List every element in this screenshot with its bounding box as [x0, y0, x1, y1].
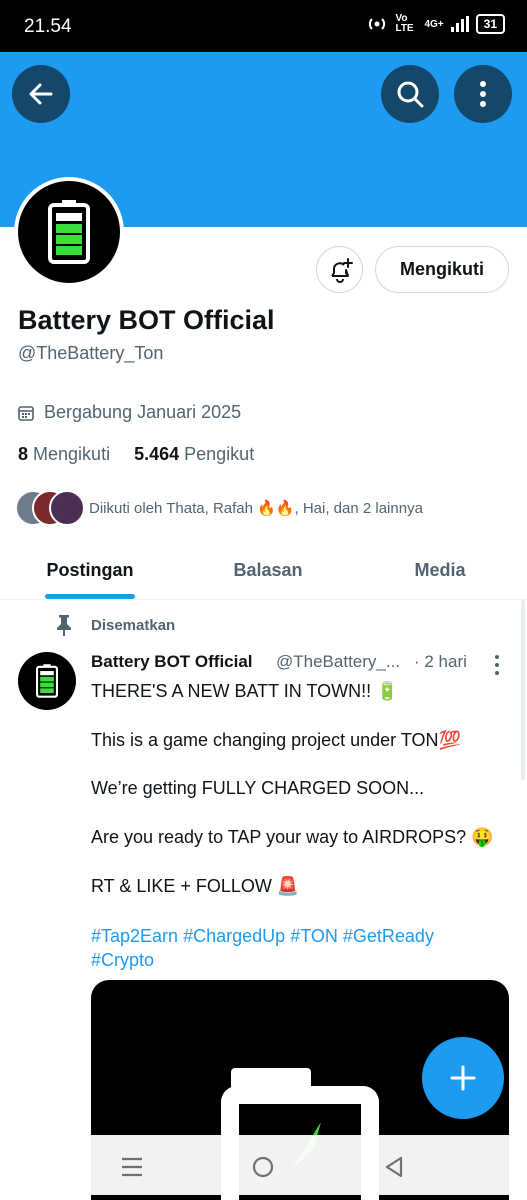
battery-indicator: 31 [475, 14, 505, 34]
pinned-text: Disematkan [91, 616, 176, 634]
tweet-text-line: RT & LIKE + FOLLOW 🚨 [91, 876, 300, 896]
tab-media[interactable]: Media [360, 540, 520, 600]
scrollbar[interactable] [521, 600, 525, 780]
tweet-text-line: We’re getting FULLY CHARGED SOON... [91, 778, 425, 798]
profile-handle: @TheBattery_Ton [18, 343, 164, 363]
more-options-button[interactable] [454, 65, 512, 123]
hashtag-link[interactable]: #TON [290, 926, 338, 946]
profile-tabs: Postingan Balasan Media [0, 540, 527, 600]
profile-name: Battery BOT Official [18, 305, 275, 335]
tweet-text-line: Are you ready to TAP your way to AIRDROP… [91, 827, 494, 847]
status-bar: 21.54 Vo LTE 4G+ 31 [0, 0, 527, 52]
notify-button[interactable] [316, 246, 363, 293]
followed-by[interactable]: Diikuti oleh Thata, Rafah 🔥🔥, Hai, dan 2… [15, 490, 423, 526]
signal-icon [450, 16, 469, 32]
status-time: 21.54 [24, 16, 72, 37]
status-icons: Vo LTE 4G+ 31 [366, 14, 505, 34]
tweet-time: · 2 hari [414, 652, 467, 671]
followed-by-text: Diikuti oleh Thata, Rafah 🔥🔥, Hai, dan 2… [89, 500, 423, 517]
recent-apps-button[interactable] [112, 1147, 152, 1187]
tab-posts[interactable]: Postingan [10, 540, 170, 600]
system-nav-bar [0, 1135, 527, 1195]
battery-logo-icon [48, 200, 90, 264]
following-count: 8 [18, 444, 29, 464]
tab-replies[interactable]: Balasan [188, 540, 348, 600]
joined-date: Bergabung Januari 2025 [18, 402, 241, 423]
pinned-label: Disematkan [55, 614, 175, 636]
volte-label: Vo LTE [395, 13, 414, 34]
back-button[interactable] [12, 65, 70, 123]
followers-label: Pengikut [184, 444, 255, 464]
arrow-left-icon [29, 83, 53, 105]
following-stat[interactable]: 8 Mengikuti [18, 444, 110, 465]
signal-label: 4G+ [424, 18, 444, 30]
tweet-header: Battery BOT Official @TheBattery_... · 2… [91, 652, 511, 676]
following-label: Mengikuti [33, 444, 111, 464]
back-triangle-icon [385, 1156, 403, 1178]
followers-stat[interactable]: 5.464 Pengikut [134, 444, 254, 465]
following-button[interactable]: Mengikuti [375, 246, 509, 293]
menu-icon [122, 1157, 142, 1177]
pin-icon [57, 615, 71, 636]
hashtag-link[interactable]: #ChargedUp [183, 926, 285, 946]
home-circle-icon [252, 1156, 274, 1178]
follower-avatars [15, 490, 85, 526]
tweet-author-handle[interactable]: @TheBattery_... [276, 652, 400, 672]
hashtag-link[interactable]: #GetReady [343, 926, 434, 946]
bell-plus-icon [330, 257, 353, 283]
hashtag-link[interactable]: #Tap2Earn [91, 926, 178, 946]
tweet-text-line: THERE'S A NEW BATT IN TOWN!! 🔋 [91, 681, 399, 701]
tweet-avatar[interactable] [18, 652, 76, 710]
followers-count: 5.464 [134, 444, 180, 464]
follow-stats: 8 Mengikuti 5.464 Pengikut [18, 444, 254, 465]
system-back-button[interactable] [374, 1147, 414, 1187]
home-button[interactable] [243, 1147, 283, 1187]
compose-button[interactable] [422, 1037, 504, 1119]
tweet-hashtags: #Tap2Earn #ChargedUp #TON #GetReady #Cry… [91, 924, 491, 972]
avatar [49, 490, 85, 526]
search-button[interactable] [381, 65, 439, 123]
hotspot-icon [369, 18, 386, 30]
battery-logo-icon [36, 664, 58, 698]
joined-text: Bergabung Januari 2025 [44, 402, 242, 422]
active-tab-indicator [45, 594, 135, 599]
hashtag-link[interactable]: #Crypto [91, 950, 154, 970]
search-icon [397, 81, 424, 108]
tweet-author-name[interactable]: Battery BOT Official [91, 652, 253, 672]
more-vertical-icon[interactable] [487, 654, 507, 676]
calendar-icon [18, 405, 34, 421]
profile-avatar[interactable] [14, 177, 124, 287]
plus-icon [450, 1065, 476, 1091]
more-vertical-icon [480, 81, 486, 107]
tweet-text-line: This is a game changing project under TO… [91, 730, 461, 750]
